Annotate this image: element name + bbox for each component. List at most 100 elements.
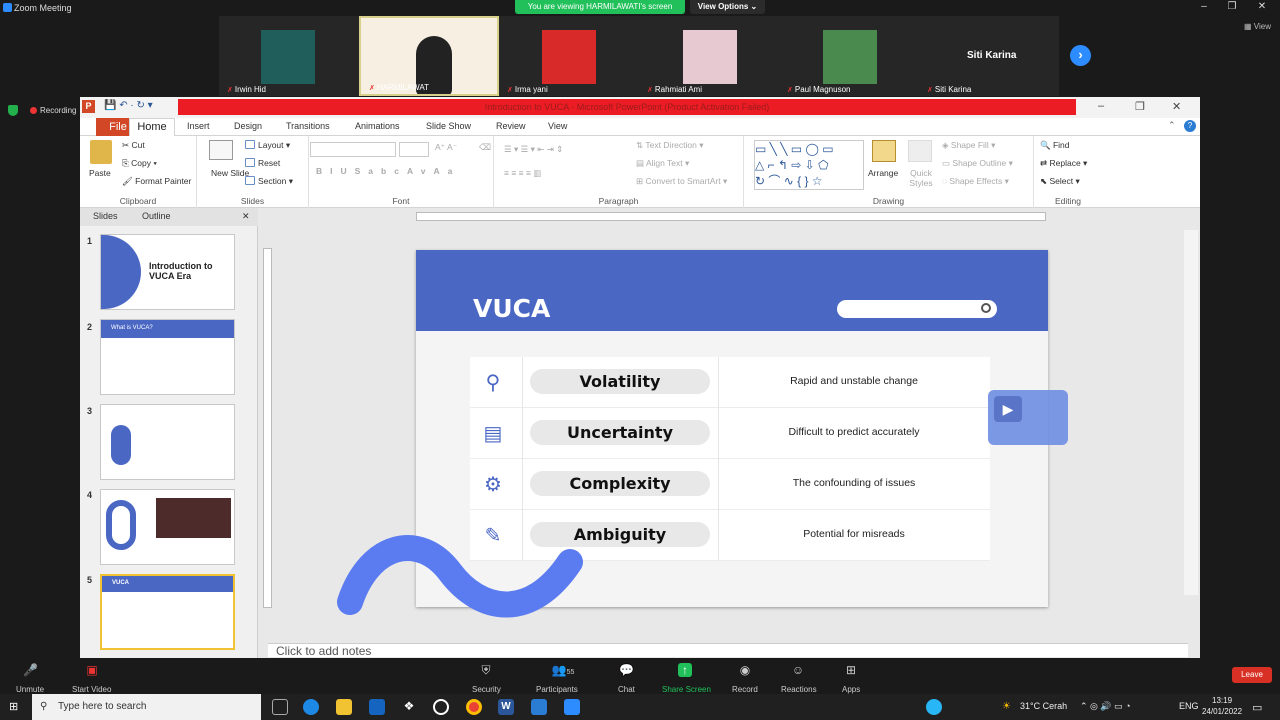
edge-icon[interactable] <box>303 699 319 715</box>
participant-tile[interactable]: Paul Magnuson <box>779 16 919 96</box>
ppt-close-button[interactable]: ✕ <box>1172 100 1181 113</box>
ppt-minimize-button[interactable]: – <box>1098 100 1104 112</box>
paste-icon[interactable] <box>90 140 112 164</box>
font-format-buttons[interactable]: BIUSabcAvAa <box>316 166 460 176</box>
minimize-button[interactable]: – <box>1196 1 1212 13</box>
mail-icon[interactable] <box>369 699 385 715</box>
shapes-gallery[interactable]: ▭ ╲ ╲ ▭ ◯ ▭ △ ⌐ ↰ ⇨ ⇩ ⬠ ↻ ⌒ ∿ { } ☆ <box>754 140 864 190</box>
bullets-icon[interactable]: ☰ ▾ ☰ ▾ ⇤ ⇥ ⇕ <box>504 144 563 155</box>
tab-design[interactable]: Design <box>234 121 262 131</box>
ppt-taskbar-icon[interactable] <box>531 699 547 715</box>
shape-fill-button[interactable]: ◈ Shape Fill ▾ <box>942 140 995 151</box>
notes-pane[interactable]: Click to add notes <box>268 643 1188 657</box>
slide-thumbnail-1[interactable]: Introduction to VUCA Era <box>100 234 235 310</box>
format-painter-button[interactable]: 🖌 Format Painter <box>122 176 191 187</box>
participant-tile[interactable]: Irma yani <box>499 16 639 96</box>
section-button[interactable]: Section ▾ <box>245 176 293 187</box>
view-options-button[interactable]: View Options ⌄ <box>690 0 765 14</box>
task-view-icon[interactable] <box>272 699 288 715</box>
chat-button[interactable]: Chat <box>618 685 635 694</box>
tab-insert[interactable]: Insert <box>187 121 210 131</box>
notifications-icon[interactable]: ▭ <box>1252 701 1262 714</box>
find-button[interactable]: 🔍 Find <box>1040 140 1070 151</box>
ribbon-collapse-icon[interactable]: ⌃ <box>1168 120 1176 131</box>
copy-button[interactable]: ⎘ Copy ▾ <box>122 158 157 169</box>
participant-tile[interactable]: Rahmiati Ami <box>639 16 779 96</box>
chrome-icon[interactable] <box>466 699 482 715</box>
help-icon[interactable]: ? <box>1184 120 1196 132</box>
participants-button[interactable]: Participants <box>536 685 578 694</box>
microphone-muted-icon[interactable]: 🎤 <box>23 663 38 677</box>
tab-transitions[interactable]: Transitions <box>286 121 330 131</box>
leave-button[interactable]: Leave <box>1232 667 1272 683</box>
pane-close-icon[interactable]: ✕ <box>242 211 250 222</box>
slide-thumbnail-3[interactable] <box>100 404 235 480</box>
help-tray-icon[interactable] <box>926 699 942 715</box>
quick-styles-icon[interactable] <box>908 140 932 162</box>
layout-button[interactable]: Layout ▾ <box>245 140 290 151</box>
zoom-taskbar-icon[interactable] <box>564 699 580 715</box>
ppt-restore-button[interactable]: ❐ <box>1135 100 1145 113</box>
new-slide-button[interactable]: New Slide <box>211 168 249 178</box>
shape-effects-button[interactable]: ◌ Shape Effects ▾ <box>942 176 1009 187</box>
gallery-next-icon[interactable]: › <box>1070 45 1091 66</box>
tab-outline[interactable]: Outline <box>142 211 171 221</box>
apps-button[interactable]: Apps <box>842 685 860 694</box>
unmute-button[interactable]: Unmute <box>16 685 44 694</box>
share-screen-button[interactable]: Share Screen <box>662 685 711 694</box>
editor-scrollbar[interactable] <box>1184 230 1198 595</box>
tray-icons[interactable]: ⌃ ◎ 🔊 ▭ ◔ <box>1080 701 1131 712</box>
tab-home[interactable]: Home <box>129 118 175 137</box>
font-size-select[interactable] <box>399 142 429 157</box>
github-icon[interactable] <box>433 699 449 715</box>
text-direction-button[interactable]: ⇅ Text Direction ▾ <box>636 140 703 151</box>
quick-styles-button[interactable]: Quick Styles <box>906 168 936 188</box>
participants-icon[interactable]: 👥55 <box>548 663 578 677</box>
reactions-icon[interactable]: ☺ <box>791 663 805 677</box>
dropbox-icon[interactable]: ❖ <box>401 699 417 715</box>
record-button[interactable]: Record <box>732 685 758 694</box>
word-icon[interactable]: W <box>498 699 514 715</box>
record-icon[interactable]: ◉ <box>738 663 752 677</box>
maximize-button[interactable]: ❐ <box>1224 1 1240 13</box>
clear-format-icon[interactable]: ⌫ <box>479 142 491 153</box>
tab-animations[interactable]: Animations <box>355 121 400 131</box>
slide-thumbnail-5-selected[interactable]: VUCA <box>100 574 235 650</box>
windows-start-icon[interactable]: ⊞ <box>9 701 21 713</box>
align-text-button[interactable]: ▤ Align Text ▾ <box>636 158 689 169</box>
paste-button[interactable]: Paste <box>89 168 111 178</box>
new-slide-icon[interactable] <box>209 140 233 160</box>
clock-time[interactable]: 13:19 <box>1212 696 1232 705</box>
slide-thumbnail-2[interactable]: What is VUCA? <box>100 319 235 395</box>
align-icons[interactable]: ≡ ≡ ≡ ≡ ▥ <box>504 168 541 179</box>
arrange-button[interactable]: Arrange <box>868 168 898 178</box>
tab-review[interactable]: Review <box>496 121 526 131</box>
convert-smartart-button[interactable]: ⊞ Convert to SmartArt ▾ <box>636 176 727 187</box>
video-off-icon[interactable]: ▣ <box>85 663 99 677</box>
reactions-button[interactable]: Reactions <box>781 685 817 694</box>
font-name-select[interactable] <box>310 142 396 157</box>
chat-icon[interactable]: 💬 <box>619 663 634 677</box>
language-indicator[interactable]: ENG <box>1179 701 1199 711</box>
security-icon[interactable]: ⛨ <box>479 663 493 677</box>
start-video-button[interactable]: Start Video <box>72 685 111 694</box>
grow-font-icon[interactable]: A⁺ A⁻ <box>435 142 457 153</box>
participant-tile[interactable]: Siti Karina Siti Karina <box>919 16 1059 96</box>
participant-tile[interactable]: Irwin Hid <box>219 16 359 96</box>
apps-icon[interactable]: ⊞ <box>844 663 858 677</box>
slide-thumbnail-4[interactable] <box>100 489 235 565</box>
participant-tile-active[interactable]: HARMILAWAT <box>359 16 499 96</box>
security-button[interactable]: Security <box>472 685 501 694</box>
quick-access-toolbar[interactable]: 💾 ↶ · ↻ ▾ <box>104 100 153 111</box>
tab-slides[interactable]: Slides <box>93 211 118 221</box>
tab-slide-show[interactable]: Slide Show <box>426 121 471 131</box>
clock-date[interactable]: 24/01/2022 <box>1202 707 1242 716</box>
view-button[interactable]: ▦ View <box>1244 22 1271 31</box>
tab-view[interactable]: View <box>548 121 567 131</box>
arrange-icon[interactable] <box>872 140 896 162</box>
taskbar-search-input[interactable]: Type here to search <box>32 694 261 720</box>
file-explorer-icon[interactable] <box>336 699 352 715</box>
weather-text[interactable]: 31°C Cerah <box>1020 701 1067 711</box>
share-screen-icon[interactable]: ↑ <box>678 663 692 677</box>
select-button[interactable]: ⬉ Select ▾ <box>1040 176 1080 187</box>
